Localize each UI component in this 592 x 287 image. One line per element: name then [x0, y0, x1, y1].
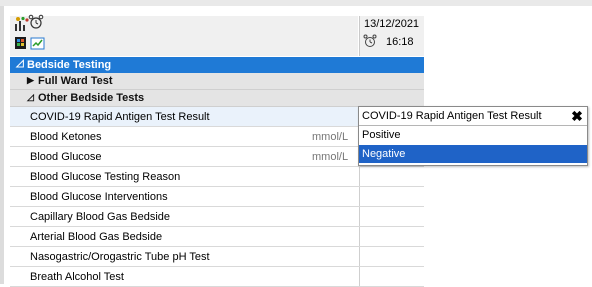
section-bedside-testing[interactable]: ◿ Bedside Testing: [10, 57, 424, 73]
time-column-header[interactable]: 13/12/2021 16:18: [359, 16, 424, 56]
popup-title-bar: COVID-19 Rapid Antigen Test Result ✖: [359, 107, 587, 126]
row-label: Arterial Blood Gas Bedside: [30, 231, 163, 243]
group-label: Full Ward Test: [38, 75, 113, 87]
row-label: Blood Glucose Interventions: [30, 191, 168, 203]
flowsheet-header: [10, 16, 358, 56]
row-label: Breath Alcohol Test: [30, 271, 124, 283]
group-other-bedside-tests[interactable]: ◿ Other Bedside Tests: [10, 90, 424, 107]
row-breath-alcohol[interactable]: Breath Alcohol Test: [10, 267, 424, 287]
row-label: COVID-19 Rapid Antigen Test Result: [30, 111, 210, 123]
column-date: 13/12/2021: [364, 18, 420, 30]
clock-alarm-icon[interactable]: [28, 14, 44, 30]
group-full-ward-test[interactable]: ▶ Full Ward Test: [10, 73, 424, 90]
row-label: Blood Glucose: [30, 151, 102, 163]
result-cell[interactable]: [359, 167, 424, 186]
collapse-triangle-icon[interactable]: ◿: [16, 58, 24, 69]
left-edge: [0, 6, 4, 284]
chart-check-icon[interactable]: [30, 35, 46, 51]
option-positive[interactable]: Positive: [359, 126, 587, 144]
row-unit: mmol/L: [312, 131, 349, 143]
result-cell[interactable]: [359, 247, 424, 266]
popup-title: COVID-19 Rapid Antigen Test Result: [362, 110, 542, 122]
result-picker-popup[interactable]: COVID-19 Rapid Antigen Test Result ✖ Pos…: [358, 106, 588, 166]
group-label: Other Bedside Tests: [38, 92, 145, 104]
row-label: Capillary Blood Gas Bedside: [30, 211, 171, 223]
row-blood-glucose-interventions[interactable]: Blood Glucose Interventions: [10, 187, 424, 207]
result-cell[interactable]: [359, 267, 424, 286]
close-icon[interactable]: ✖: [569, 108, 585, 124]
toolbar-icons: [14, 14, 54, 56]
option-label: Negative: [362, 148, 406, 160]
row-capillary-blood-gas[interactable]: Capillary Blood Gas Bedside: [10, 207, 424, 227]
column-time: 16:18: [386, 36, 414, 48]
row-ng-og-tube-ph[interactable]: Nasogastric/Orogastric Tube pH Test: [10, 247, 424, 267]
result-cell[interactable]: [359, 207, 424, 226]
row-arterial-blood-gas[interactable]: Arterial Blood Gas Bedside: [10, 227, 424, 247]
top-bar: [0, 0, 592, 6]
result-cell[interactable]: [359, 187, 424, 206]
result-cell[interactable]: [359, 227, 424, 246]
row-blood-glucose-testing-reason[interactable]: Blood Glucose Testing Reason: [10, 167, 424, 187]
expand-arrow-icon[interactable]: ▶: [27, 75, 34, 86]
row-unit: mmol/L: [312, 151, 349, 163]
collapse-triangle-icon[interactable]: ◿: [27, 92, 34, 103]
document-color-icon[interactable]: [14, 35, 30, 51]
option-negative[interactable]: Negative: [359, 145, 587, 163]
option-label: Positive: [362, 129, 401, 141]
row-label: Blood Ketones: [30, 131, 102, 143]
row-label: Blood Glucose Testing Reason: [30, 171, 181, 183]
clock-icon: [363, 34, 377, 48]
section-label: Bedside Testing: [27, 59, 112, 71]
row-label: Nasogastric/Orogastric Tube pH Test: [30, 251, 210, 263]
